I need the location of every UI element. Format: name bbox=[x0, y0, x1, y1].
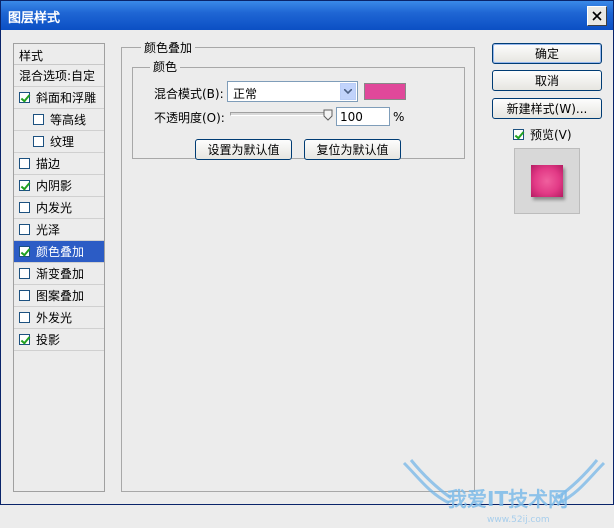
preview-swatch bbox=[531, 165, 563, 197]
style-item[interactable]: 图案叠加 bbox=[14, 285, 104, 307]
style-checkbox[interactable] bbox=[33, 136, 44, 147]
preview-label: 预览(V) bbox=[530, 128, 572, 142]
style-item-label: 等高线 bbox=[50, 113, 87, 127]
style-checkbox[interactable] bbox=[19, 246, 30, 257]
dialog-body: 样式 混合选项:自定 斜面和浮雕 等高线 纹理 描边 内阴影 内发光 光泽 颜色叠加 渐变叠加 图案… bbox=[1, 30, 613, 525]
preview-checkbox[interactable]: 预览(V) bbox=[513, 126, 572, 143]
style-item-label: 描边 bbox=[36, 157, 61, 171]
style-item[interactable]: 混合选项:自定 bbox=[14, 65, 104, 87]
style-checkbox[interactable] bbox=[19, 224, 30, 235]
style-item-label: 外发光 bbox=[36, 311, 73, 325]
style-item[interactable]: 光泽 bbox=[14, 219, 104, 241]
color-group-title: 颜色 bbox=[150, 58, 181, 75]
ok-button[interactable]: 确定 bbox=[492, 43, 602, 64]
blend-mode-dropdown[interactable]: 正常 bbox=[227, 81, 358, 102]
reset-default-button[interactable]: 复位为默认值 bbox=[304, 139, 401, 160]
style-item[interactable]: 斜面和浮雕 bbox=[14, 87, 104, 109]
opacity-label: 不透明度(O): bbox=[154, 111, 225, 125]
opacity-slider-thumb[interactable] bbox=[323, 109, 333, 121]
title-bar[interactable]: 图层样式 bbox=[1, 1, 613, 30]
style-item-label: 纹理 bbox=[50, 135, 75, 149]
style-item[interactable]: 内阴影 bbox=[14, 175, 104, 197]
style-item[interactable]: 渐变叠加 bbox=[14, 263, 104, 285]
watermark-text: 我爱IT技术网 bbox=[447, 487, 568, 511]
layer-style-dialog: 图层样式 样式 混合选项:自定 斜面和浮雕 等高线 纹理 描边 内阴影 内发光 光泽 颜色叠加渐… bbox=[0, 0, 614, 525]
chevron-down-icon bbox=[344, 89, 352, 94]
style-checkbox[interactable] bbox=[19, 158, 30, 169]
style-checkbox[interactable] bbox=[19, 92, 30, 103]
style-item-label: 光泽 bbox=[36, 223, 61, 237]
style-checkbox[interactable] bbox=[19, 268, 30, 279]
opacity-unit: % bbox=[393, 110, 405, 124]
style-item-label: 斜面和浮雕 bbox=[36, 91, 97, 105]
blend-mode-value: 正常 bbox=[233, 87, 258, 101]
style-item[interactable]: 描边 bbox=[14, 153, 104, 175]
style-item[interactable]: 纹理 bbox=[14, 131, 104, 153]
style-item[interactable]: 等高线 bbox=[14, 109, 104, 131]
style-preview bbox=[514, 148, 580, 214]
blend-mode-label: 混合模式(B): bbox=[154, 87, 224, 101]
style-checkbox[interactable] bbox=[19, 180, 30, 191]
style-checkbox[interactable] bbox=[33, 114, 44, 125]
panel-title: 颜色叠加 bbox=[141, 39, 196, 56]
style-item[interactable]: 内发光 bbox=[14, 197, 104, 219]
cancel-button[interactable]: 取消 bbox=[492, 70, 602, 91]
style-list: 样式 混合选项:自定斜面和浮雕等高线纹理描边内阴影内发光光泽颜色叠加渐变叠加图案… bbox=[13, 43, 105, 492]
style-item[interactable]: 外发光 bbox=[14, 307, 104, 329]
opacity-slider-track[interactable] bbox=[230, 112, 332, 116]
style-checkbox[interactable] bbox=[19, 290, 30, 301]
style-item[interactable]: 颜色叠加 bbox=[14, 241, 104, 263]
preview-check-box[interactable] bbox=[513, 129, 524, 140]
style-checkbox[interactable] bbox=[19, 202, 30, 213]
style-item[interactable]: 投影 bbox=[14, 329, 104, 351]
watermark-url: www.52ij.com bbox=[487, 515, 550, 525]
style-checkbox[interactable] bbox=[19, 334, 30, 345]
set-default-button[interactable]: 设置为默认值 bbox=[195, 139, 292, 160]
style-list-header: 样式 bbox=[14, 44, 104, 65]
style-item-label: 投影 bbox=[36, 333, 61, 347]
watermark-logo: 我爱IT技术网 www.52ij.com bbox=[402, 459, 606, 525]
close-button[interactable] bbox=[587, 6, 607, 26]
style-item-label: 颜色叠加 bbox=[36, 245, 85, 259]
opacity-input[interactable]: 100 bbox=[336, 107, 390, 126]
close-icon bbox=[592, 11, 602, 21]
window-title: 图层样式 bbox=[8, 11, 61, 26]
style-item-label: 渐变叠加 bbox=[36, 267, 85, 281]
dropdown-arrow[interactable] bbox=[340, 83, 356, 100]
style-item-label: 图案叠加 bbox=[36, 289, 85, 303]
style-item-label: 内发光 bbox=[36, 201, 73, 215]
style-item-label: 混合选项:自定 bbox=[19, 69, 96, 83]
style-item-label: 内阴影 bbox=[36, 179, 73, 193]
overlay-color-swatch[interactable] bbox=[364, 83, 406, 100]
new-style-button[interactable]: 新建样式(W)... bbox=[492, 98, 602, 119]
style-checkbox[interactable] bbox=[19, 312, 30, 323]
